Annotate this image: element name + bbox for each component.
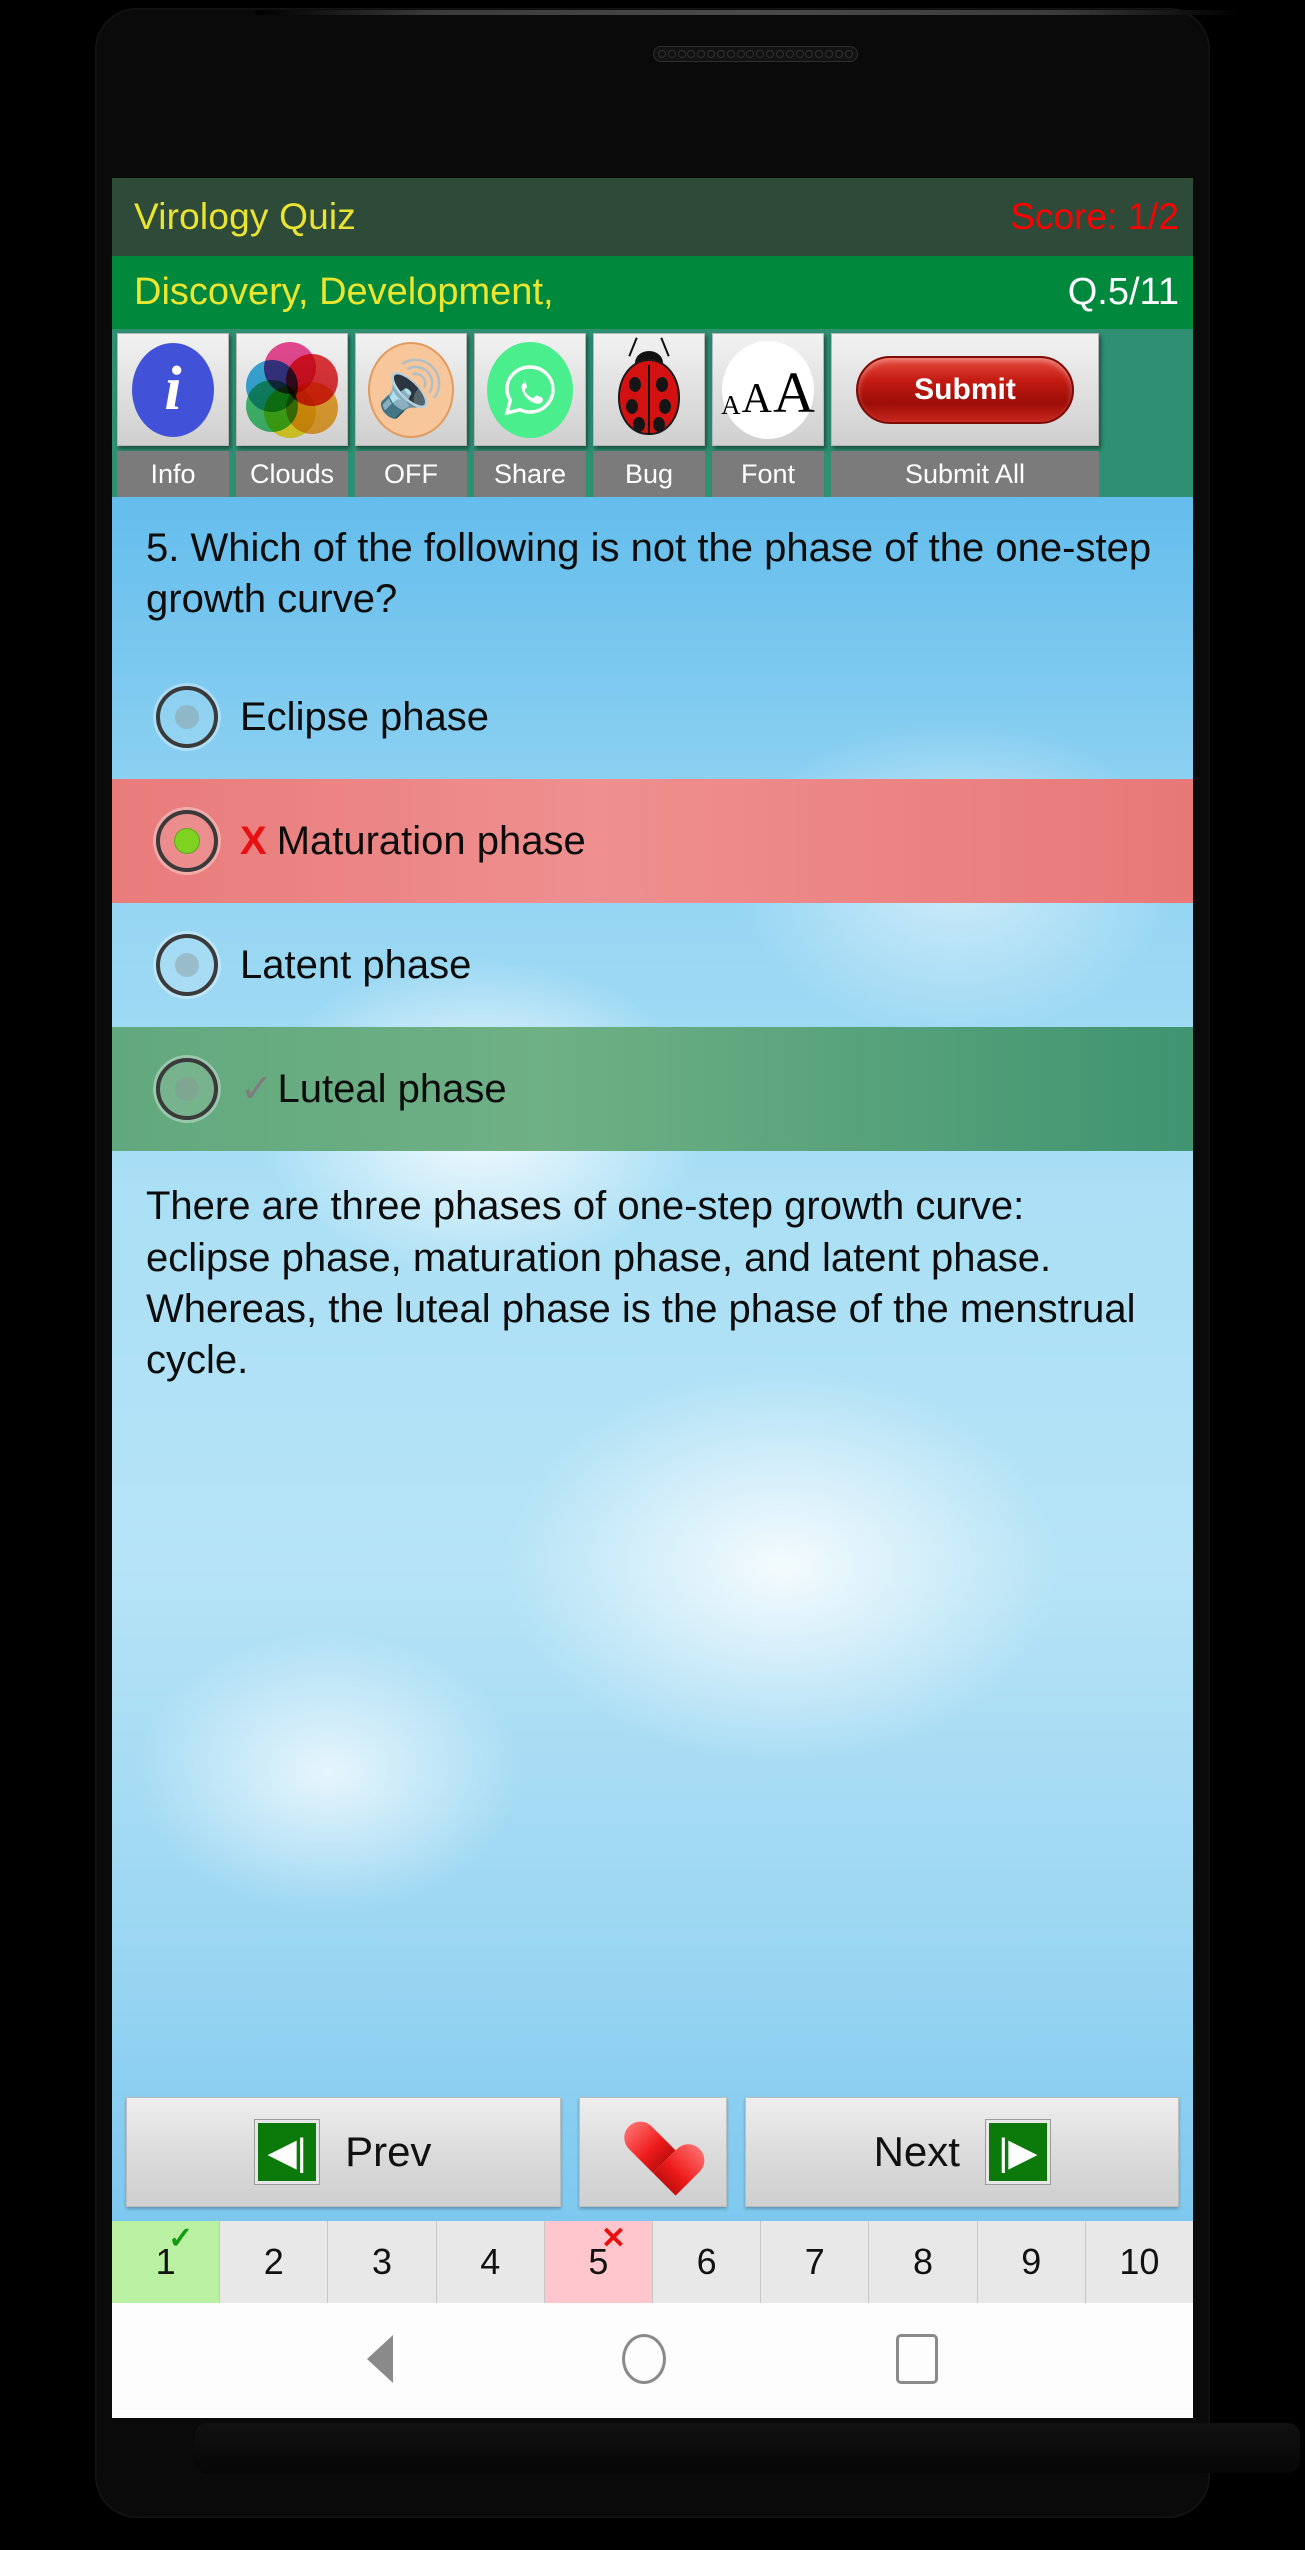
recents-icon[interactable] (896, 2334, 939, 2384)
pager-item-3-label: 3 (371, 2241, 393, 2282)
pager-item-8[interactable]: 8 (869, 2221, 978, 2303)
earpiece-speaker-grille (653, 46, 858, 62)
pager-item-10-label: 10 (1119, 2241, 1160, 2282)
phone-screen: Virology Quiz Score: 1/2 Discovery, Deve… (112, 178, 1193, 2418)
pager-item-6[interactable]: 6 (653, 2221, 762, 2303)
android-system-navigation-bar (112, 2303, 1193, 2415)
clouds-icon (246, 341, 338, 438)
question-text: 5. Which of the following is not the pha… (146, 526, 1152, 622)
toolbar: i 🔊 A A A Submit Info Clouds OFF Share B… (112, 329, 1193, 497)
app-title-bar: Virology Quiz Score: 1/2 (112, 178, 1193, 256)
answer-option-3-label: Latent phase (240, 942, 472, 987)
submit-button-label: Submit (856, 355, 1074, 424)
correct-mark-icon: ✓ (240, 1067, 274, 1112)
pager-item-9[interactable]: 9 (977, 2221, 1086, 2303)
pager-item-7[interactable]: 7 (761, 2221, 870, 2303)
favorite-button[interactable] (578, 2097, 727, 2207)
heart-icon (622, 2123, 684, 2181)
answer-option-2[interactable]: X Maturation phase (112, 779, 1193, 904)
pager-item-3[interactable]: 3 (328, 2221, 437, 2303)
phone-bottom-rim (195, 2423, 1300, 2473)
toolbar-label-share[interactable]: Share (474, 451, 586, 497)
question-counter: Q.5/11 (1067, 271, 1179, 313)
radio-button-1[interactable] (156, 686, 218, 749)
toolbar-label-clouds[interactable]: Clouds (236, 451, 348, 497)
phone-top-rim (255, 10, 1240, 15)
next-button-label: Next (873, 2128, 960, 2175)
skip-next-icon: |▶ (985, 2120, 1050, 2184)
speaker-icon: 🔊 (368, 341, 454, 438)
screenshot-frame: Virology Quiz Score: 1/2 Discovery, Deve… (0, 0, 1305, 2550)
answer-option-3[interactable]: Latent phase (112, 903, 1193, 1027)
pager-item-9-label: 9 (1021, 2241, 1042, 2282)
prev-button-label: Prev (345, 2128, 432, 2175)
back-icon[interactable] (366, 2335, 393, 2383)
subject-bar: Discovery, Development, Q.5/11 (112, 256, 1193, 329)
incorrect-mark-icon: X (240, 818, 267, 863)
pager-item-1[interactable]: ✓ 1 (112, 2221, 221, 2303)
pager-item-8-label: 8 (913, 2241, 934, 2282)
answer-option-2-label: Maturation phase (276, 818, 586, 863)
toolbar-icon-row: i 🔊 A A A Submit (117, 333, 1188, 446)
share-whatsapp-icon (487, 341, 573, 438)
answer-option-1[interactable]: Eclipse phase (112, 655, 1193, 779)
radio-button-4[interactable] (156, 1058, 218, 1121)
toolbar-label-bug[interactable]: Bug (593, 451, 705, 497)
radio-button-2[interactable] (156, 810, 218, 873)
radio-button-3[interactable] (156, 934, 218, 997)
app-title: Virology Quiz (134, 196, 356, 237)
toolbar-button-submit[interactable]: Submit (831, 333, 1099, 446)
answer-option-4-label: Luteal phase (277, 1066, 507, 1111)
toolbar-label-info[interactable]: Info (117, 451, 229, 497)
pager-item-4-label: 4 (480, 2241, 501, 2282)
home-icon[interactable] (622, 2334, 667, 2384)
toolbar-button-bug[interactable] (593, 333, 705, 446)
info-icon: i (132, 342, 214, 437)
toolbar-button-share[interactable] (474, 333, 586, 446)
explanation-text: There are three phases of one-step growt… (146, 1184, 1136, 1382)
question-pager: ✓ 1 2 3 4 ✕ 5 6 7 8 9 10 (112, 2221, 1193, 2303)
pager-item-2[interactable]: 2 (220, 2221, 329, 2303)
answer-options-list: Eclipse phase X Maturation phase Latent … (112, 655, 1193, 1152)
answer-option-1-label: Eclipse phase (240, 694, 490, 739)
pager-item-6-label: 6 (696, 2241, 717, 2282)
score-display: Score: 1/2 (1010, 196, 1179, 237)
subject-title: Discovery, Development, (134, 271, 554, 313)
pager-item-10[interactable]: 10 (1085, 2221, 1193, 2303)
toolbar-button-clouds[interactable] (236, 333, 348, 446)
toolbar-button-sound[interactable]: 🔊 (355, 333, 467, 446)
skip-previous-icon: ◀| (255, 2120, 320, 2184)
pager-item-4[interactable]: 4 (436, 2221, 545, 2303)
pager-item-7-label: 7 (804, 2241, 825, 2282)
pager-incorrect-icon: ✕ (600, 2222, 627, 2255)
pager-correct-icon: ✓ (168, 2222, 194, 2255)
prev-button[interactable]: ◀| Prev (126, 2097, 561, 2207)
toolbar-label-sound[interactable]: OFF (355, 451, 467, 497)
quiz-content: 5. Which of the following is not the pha… (112, 497, 1193, 2221)
toolbar-label-row: Info Clouds OFF Share Bug Font Submit Al… (117, 451, 1188, 497)
question-navigation-bar: ◀| Prev Next |▶ (112, 2087, 1193, 2221)
toolbar-button-font[interactable]: AAA (712, 333, 824, 446)
answer-option-4[interactable]: ✓ Luteal phase (112, 1027, 1193, 1152)
toolbar-label-submit-all[interactable]: Submit All (831, 451, 1099, 497)
pager-item-5[interactable]: ✕ 5 (544, 2221, 654, 2303)
toolbar-label-font[interactable]: Font (712, 451, 824, 497)
next-button[interactable]: Next |▶ (744, 2097, 1179, 2207)
bug-icon (612, 336, 686, 439)
font-size-icon: AAA (721, 340, 815, 439)
toolbar-button-info[interactable]: i (117, 333, 229, 446)
pager-item-2-label: 2 (263, 2241, 284, 2282)
